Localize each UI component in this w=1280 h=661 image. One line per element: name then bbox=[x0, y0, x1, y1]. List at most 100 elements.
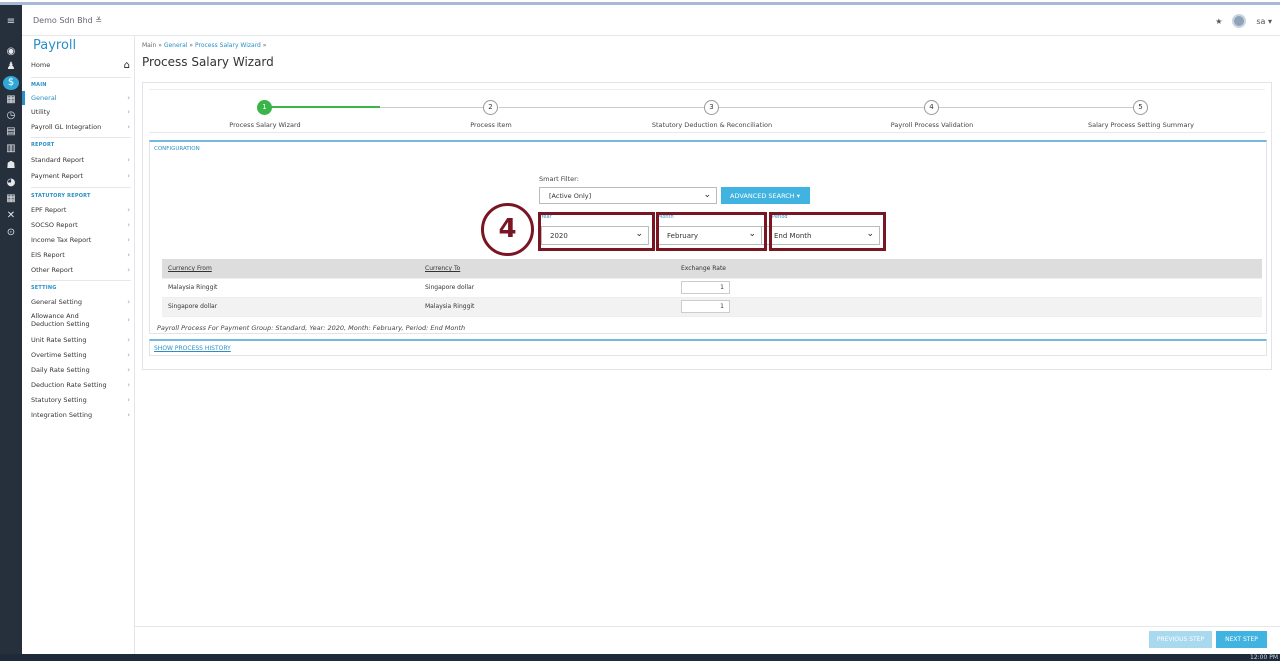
process-summary-note: Payroll Process For Payment Group: Stand… bbox=[157, 324, 466, 332]
sidebar-item-unit-rate[interactable]: Unit Rate Setting › bbox=[31, 333, 133, 347]
smart-filter-select[interactable]: [Active Only] ⌄ bbox=[539, 187, 717, 204]
claim-icon[interactable]: ▥ bbox=[3, 142, 19, 156]
star-icon[interactable]: ★ bbox=[1215, 17, 1222, 26]
chevron-right-icon: › bbox=[127, 221, 130, 229]
sidebar-item-general[interactable]: General › bbox=[22, 91, 133, 105]
step-3[interactable]: 3 bbox=[704, 100, 719, 115]
col-currency-to[interactable]: Currency To bbox=[419, 259, 675, 279]
breadcrumb-general[interactable]: General bbox=[164, 42, 188, 49]
process-history-section: SHOW PROCESS HISTORY bbox=[149, 339, 1267, 356]
payroll-icon[interactable]: $ bbox=[3, 76, 19, 90]
chevron-right-icon: › bbox=[127, 251, 130, 259]
smart-filter-label: Smart Filter: bbox=[539, 175, 579, 183]
table-icon[interactable]: ▦ bbox=[3, 192, 19, 206]
step-5-label: Salary Process Setting Summary bbox=[1088, 121, 1194, 129]
avatar[interactable] bbox=[1232, 14, 1247, 28]
sidebar-item-standard-report[interactable]: Standard Report › bbox=[31, 153, 133, 167]
section-setting: SETTING bbox=[31, 285, 57, 291]
step-callout-badge: 4 bbox=[481, 203, 534, 256]
breadcrumb: Main » General » Process Salary Wizard » bbox=[142, 42, 267, 49]
sidebar: Payroll Home ⌂ MAIN General › Utility › Pay… bbox=[22, 36, 135, 654]
step-5[interactable]: 5 bbox=[1133, 100, 1148, 115]
table-row: Malaysia Ringgit Singapore dollar 1 bbox=[162, 278, 1262, 298]
chevron-right-icon: › bbox=[127, 411, 130, 419]
dashboard-icon[interactable]: ◉ bbox=[3, 45, 19, 59]
sidebar-item-payroll-gl[interactable]: Payroll GL Integration › bbox=[31, 120, 133, 134]
advanced-search-button[interactable]: ADVANCED SEARCH ▾ bbox=[721, 187, 810, 204]
sidebar-item-home[interactable]: Home ⌂ bbox=[31, 58, 133, 72]
sidebar-item-payment-report[interactable]: Payment Report › bbox=[31, 169, 133, 183]
chevron-right-icon: › bbox=[127, 336, 130, 344]
tools-icon[interactable]: ✕ bbox=[3, 209, 19, 223]
power-icon[interactable]: ⊙ bbox=[3, 226, 19, 240]
step-2[interactable]: 2 bbox=[483, 100, 498, 115]
sidebar-item-other-report[interactable]: Other Report › bbox=[31, 263, 133, 277]
taskbar: 12:00 PM bbox=[0, 654, 1280, 661]
chevron-right-icon: › bbox=[127, 236, 130, 244]
page-title: Process Salary Wizard bbox=[142, 55, 274, 69]
sidebar-item-utility[interactable]: Utility › bbox=[31, 105, 133, 119]
step-4[interactable]: 4 bbox=[924, 100, 939, 115]
chevron-right-icon: › bbox=[127, 108, 130, 116]
step-2-label: Process Item bbox=[470, 121, 512, 129]
people-icon[interactable]: ♟ bbox=[3, 60, 19, 74]
taskbar-clock: 12:00 PM bbox=[1250, 654, 1278, 661]
chevron-right-icon: › bbox=[127, 156, 130, 164]
show-process-history-link[interactable]: SHOW PROCESS HISTORY bbox=[154, 345, 231, 352]
icon-rail: ≡ ◉ ♟ $ ▦ ◷ ▤ ▥ ☗ ◕ ▦ ✕ ⊙ bbox=[0, 2, 22, 654]
sidebar-item-eis[interactable]: EIS Report › bbox=[31, 248, 133, 262]
user-menu[interactable]: sa ▾ bbox=[1256, 17, 1272, 26]
exchange-rate-input[interactable]: 1 bbox=[681, 300, 730, 313]
home-icon: ⌂ bbox=[123, 59, 130, 71]
sidebar-title: Payroll bbox=[33, 38, 77, 53]
menu-icon[interactable]: ≡ bbox=[3, 15, 19, 29]
sidebar-item-daily-rate[interactable]: Daily Rate Setting › bbox=[31, 363, 133, 377]
breadcrumb-main[interactable]: Main bbox=[142, 42, 156, 49]
chevron-right-icon: › bbox=[127, 172, 130, 180]
sidebar-item-statutory-setting[interactable]: Statutory Setting › bbox=[31, 393, 133, 407]
sidebar-item-overtime[interactable]: Overtime Setting › bbox=[31, 348, 133, 362]
company-selector[interactable]: Demo Sdn Bhd ≚ bbox=[33, 16, 102, 25]
chevron-right-icon: › bbox=[127, 381, 130, 389]
step-3-label: Statutory Deduction & Reconciliation bbox=[651, 121, 773, 129]
exchange-rate-input[interactable]: 1 bbox=[681, 281, 730, 294]
period-highlight-box bbox=[769, 212, 886, 251]
chevron-right-icon: › bbox=[127, 396, 130, 404]
document-icon[interactable]: ▤ bbox=[3, 125, 19, 139]
sidebar-item-socso[interactable]: SOCSO Report › bbox=[31, 218, 133, 232]
section-statutory: STATUTORY REPORT bbox=[31, 193, 91, 199]
sidebar-item-deduction-rate[interactable]: Deduction Rate Setting › bbox=[31, 378, 133, 392]
chevron-right-icon: › bbox=[127, 123, 130, 131]
sidebar-item-allowance[interactable]: Allowance And Deduction Setting › bbox=[31, 309, 133, 331]
exchange-rate-table: Currency From Currency To Exchange Rate … bbox=[162, 259, 1262, 317]
sidebar-item-epf[interactable]: EPF Report › bbox=[31, 203, 133, 217]
sidebar-item-general-setting[interactable]: General Setting › bbox=[31, 295, 133, 309]
section-report: REPORT bbox=[31, 142, 55, 148]
step-4-label: Payroll Process Validation bbox=[890, 121, 974, 129]
configuration-heading: CONFIGURATION bbox=[154, 146, 200, 152]
report-icon[interactable]: ◕ bbox=[3, 176, 19, 190]
top-bar: Demo Sdn Bhd ≚ ★ sa ▾ bbox=[0, 2, 1280, 36]
wizard-panel: 1 2 3 4 5 Process Salary Wizard Process … bbox=[142, 82, 1272, 370]
wizard-steps: 1 2 3 4 5 Process Salary Wizard Process … bbox=[149, 89, 1265, 133]
previous-step-button[interactable]: PREVIOUS STEP bbox=[1149, 631, 1212, 648]
user-area: ★ sa ▾ bbox=[1215, 14, 1272, 28]
wizard-footer: PREVIOUS STEP NEXT STEP bbox=[135, 626, 1280, 654]
breadcrumb-wizard[interactable]: Process Salary Wizard bbox=[195, 42, 261, 49]
col-currency-from[interactable]: Currency From bbox=[162, 259, 419, 279]
app-window: Demo Sdn Bhd ≚ ★ sa ▾ ≡ ◉ ♟ $ ▦ ◷ ▤ ▥ ☗ … bbox=[0, 0, 1280, 661]
caret-down-icon: ▾ bbox=[796, 192, 801, 200]
step-1[interactable]: 1 bbox=[257, 100, 272, 115]
configuration-section: CONFIGURATION Smart Filter: [Active Only… bbox=[149, 140, 1267, 334]
sidebar-item-income-tax[interactable]: Income Tax Report › bbox=[31, 233, 133, 247]
sidebar-item-integration[interactable]: Integration Setting › bbox=[31, 408, 133, 422]
chevron-right-icon: › bbox=[127, 351, 130, 359]
clock-icon[interactable]: ◷ bbox=[3, 109, 19, 123]
chevron-right-icon: › bbox=[127, 316, 130, 324]
chevron-right-icon: › bbox=[127, 94, 130, 102]
calendar-icon[interactable]: ▦ bbox=[3, 93, 19, 107]
user-icon[interactable]: ☗ bbox=[3, 159, 19, 173]
col-exchange-rate: Exchange Rate bbox=[675, 259, 1262, 279]
next-step-button[interactable]: NEXT STEP bbox=[1216, 631, 1267, 648]
chevron-down-icon: ⌄ bbox=[703, 190, 711, 200]
